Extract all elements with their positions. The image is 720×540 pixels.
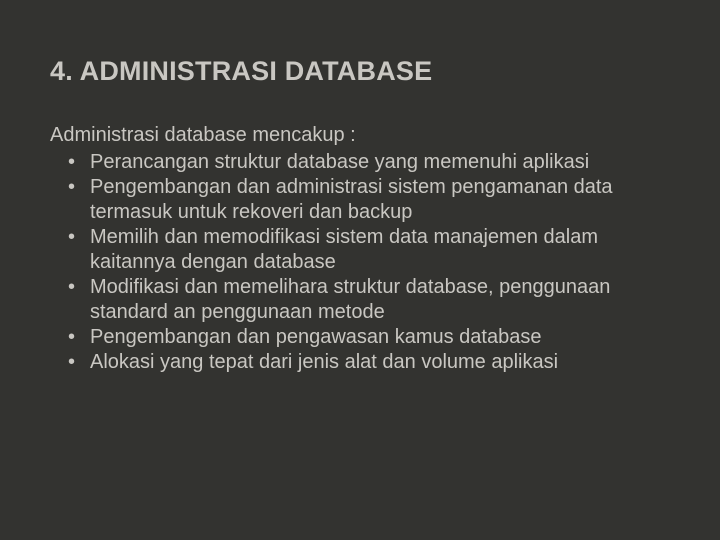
intro-text: Administrasi database mencakup :: [50, 123, 670, 148]
list-item: Pengembangan dan pengawasan kamus databa…: [50, 325, 670, 350]
slide-title: 4. ADMINISTRASI DATABASE: [50, 56, 670, 87]
slide: 4. ADMINISTRASI DATABASE Administrasi da…: [0, 0, 720, 540]
list-item: Modifikasi dan memelihara struktur datab…: [50, 275, 670, 325]
list-item: Perancangan struktur database yang memen…: [50, 150, 670, 175]
list-item: Memilih dan memodifikasi sistem data man…: [50, 225, 670, 275]
list-item: Pengembangan dan administrasi sistem pen…: [50, 175, 670, 225]
bullet-list: Perancangan struktur database yang memen…: [50, 150, 670, 375]
list-item: Alokasi yang tepat dari jenis alat dan v…: [50, 350, 670, 375]
